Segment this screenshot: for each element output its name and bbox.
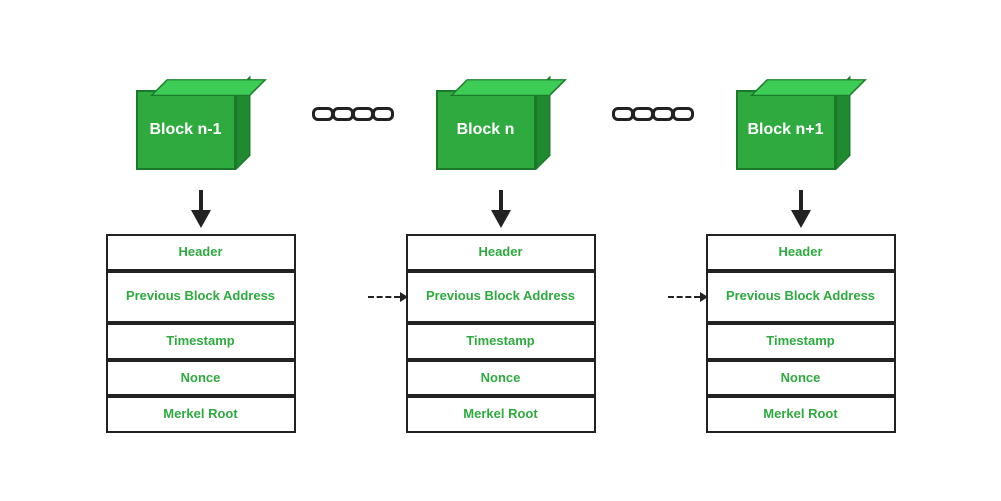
fields-n: Header Previous Block Address Timestamp … (406, 234, 596, 434)
cube-top-n (450, 79, 567, 96)
dashed-line (368, 296, 400, 298)
header-field-n-minus-1: Header (106, 234, 296, 271)
down-arrow-n-minus-1 (191, 210, 211, 228)
cube-front-n-plus-1: Block n+1 (736, 90, 836, 170)
fields-n-plus-1: Header Previous Block Address Timestamp … (706, 234, 896, 434)
down-arrow-n-plus-1 (791, 210, 811, 228)
block-group-n: Block n Header Previous Block Address (396, 68, 606, 434)
chain-connector-2 (606, 103, 696, 125)
nonce-field-n-plus-1: Nonce (706, 360, 896, 397)
block-group-n-plus-1: Block n+1 Header Previous Block Address (696, 68, 906, 434)
merkel-field-n: Merkel Root (406, 396, 596, 433)
arrow-head (700, 292, 708, 302)
cube-front-n-minus-1: Block n-1 (136, 90, 236, 170)
prev-block-field-n-plus-1: Previous Block Address (706, 271, 896, 323)
cube-n: Block n (436, 68, 566, 178)
cube-front-n: Block n (436, 90, 536, 170)
nonce-field-n: Nonce (406, 360, 596, 397)
header-field-n: Header (406, 234, 596, 271)
merkel-field-n-minus-1: Merkel Root (106, 396, 296, 433)
chain-links-2 (612, 103, 690, 125)
block-label-n: Block n (457, 121, 515, 139)
chain-connector-1 (306, 103, 396, 125)
dashed-arrow-n (368, 292, 408, 302)
arrow-down-n (491, 188, 511, 228)
chain-link (612, 107, 634, 121)
block-group-n-minus-1: Block n-1 Header Previous Block Address … (96, 68, 306, 434)
prev-block-field-n: Previous Block Address (406, 271, 596, 323)
timestamp-field-n: Timestamp (406, 323, 596, 360)
timestamp-field-n-minus-1: Timestamp (106, 323, 296, 360)
cube-top-n-minus-1 (150, 79, 267, 96)
chain-links-1 (312, 103, 390, 125)
chain-link (312, 107, 334, 121)
cube-n-minus-1: Block n-1 (136, 68, 266, 178)
cube-n-plus-1: Block n+1 (736, 68, 866, 178)
down-arrow-n (491, 210, 511, 228)
arrow-down-n-minus-1 (191, 188, 211, 228)
header-field-n-plus-1: Header (706, 234, 896, 271)
block-label-n-minus-1: Block n-1 (149, 121, 221, 139)
fields-n-minus-1: Header Previous Block Address Timestamp … (106, 234, 296, 434)
blockchain-diagram: Block n-1 Header Previous Block Address … (66, 48, 936, 454)
prev-block-field-n-minus-1: Previous Block Address (106, 271, 296, 323)
timestamp-field-n-plus-1: Timestamp (706, 323, 896, 360)
arrow-head (400, 292, 408, 302)
chain-link (632, 107, 654, 121)
nonce-field-n-minus-1: Nonce (106, 360, 296, 397)
dashed-arrow-n-plus-1 (668, 292, 708, 302)
block-label-n-plus-1: Block n+1 (747, 121, 823, 139)
chain-link (352, 107, 374, 121)
cube-top-n-plus-1 (750, 79, 867, 96)
chain-link (652, 107, 674, 121)
dashed-line (668, 296, 700, 298)
chain-link (372, 107, 394, 121)
chain-link (332, 107, 354, 121)
arrow-down-n-plus-1 (791, 188, 811, 228)
merkel-field-n-plus-1: Merkel Root (706, 396, 896, 433)
chain-link (672, 107, 694, 121)
